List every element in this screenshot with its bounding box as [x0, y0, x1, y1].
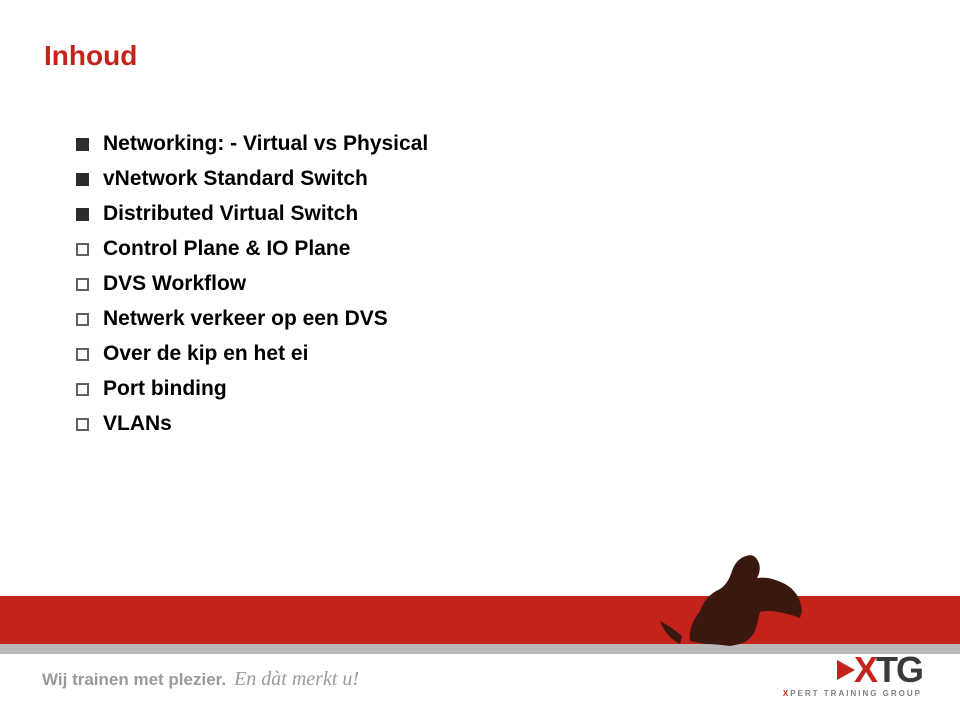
logo-mark: XTG: [783, 652, 922, 688]
list-item: DVS Workflow: [76, 272, 896, 296]
bullet-icon: [76, 243, 89, 256]
bullet-icon: [76, 173, 89, 186]
bullet-icon: [76, 313, 89, 326]
list-item: Port binding: [76, 377, 896, 401]
logo-text: XTG: [854, 652, 922, 688]
list-item: Control Plane & IO Plane: [76, 237, 896, 261]
list-item-label: DVS Workflow: [103, 272, 246, 296]
slide: Inhoud Networking: - Virtual vs Physical…: [0, 0, 960, 716]
person-silhouette-icon: [650, 526, 810, 646]
list-item: vNetwork Standard Switch: [76, 167, 896, 191]
list-item-label: Networking: - Virtual vs Physical: [103, 132, 428, 156]
logo: XTG XPERT TRAINING GROUP: [783, 652, 922, 698]
list-item-label: Over de kip en het ei: [103, 342, 308, 366]
bullet-icon: [76, 383, 89, 396]
list-item-label: Control Plane & IO Plane: [103, 237, 350, 261]
tagline: Wij trainen met plezier. En dàt merkt u!: [42, 668, 359, 691]
bullet-icon: [76, 138, 89, 151]
footer: Wij trainen met plezier. En dàt merkt u!…: [0, 586, 960, 716]
logo-subtext: XPERT TRAINING GROUP: [783, 689, 922, 698]
list-item-label: VLANs: [103, 412, 172, 436]
list-item-label: Port binding: [103, 377, 227, 401]
bullet-icon: [76, 348, 89, 361]
list-item: VLANs: [76, 412, 896, 436]
content-list: Networking: - Virtual vs Physical vNetwo…: [76, 132, 896, 447]
list-item-label: vNetwork Standard Switch: [103, 167, 368, 191]
bullet-icon: [76, 418, 89, 431]
footer-red-band: [0, 596, 960, 644]
list-item: Netwerk verkeer op een DVS: [76, 307, 896, 331]
list-item-label: Netwerk verkeer op een DVS: [103, 307, 388, 331]
bullet-icon: [76, 208, 89, 221]
page-title: Inhoud: [44, 40, 137, 72]
arrow-icon: [837, 660, 855, 680]
bullet-icon: [76, 278, 89, 291]
list-item: Distributed Virtual Switch: [76, 202, 896, 226]
list-item: Networking: - Virtual vs Physical: [76, 132, 896, 156]
tagline-bold: Wij trainen met plezier.: [42, 670, 226, 690]
list-item-label: Distributed Virtual Switch: [103, 202, 358, 226]
list-item: Over de kip en het ei: [76, 342, 896, 366]
tagline-italic: En dàt merkt u!: [234, 668, 359, 691]
